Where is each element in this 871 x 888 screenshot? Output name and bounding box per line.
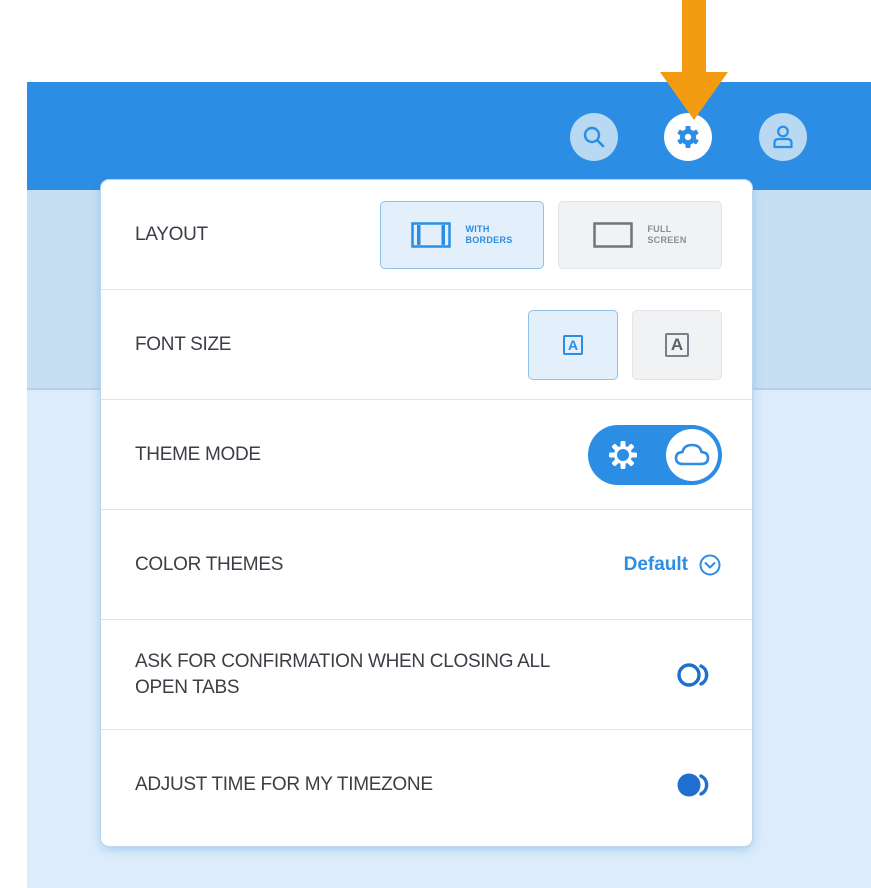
full-screen-icon [593, 221, 634, 248]
full-screen-text: FULL SCREEN [647, 224, 686, 246]
search-icon [583, 126, 605, 148]
font-size-large-option[interactable]: A [632, 309, 722, 380]
sun-icon [609, 440, 637, 469]
with-borders-text: WITH BORDERS [465, 224, 512, 246]
adjust-timezone-label: ADJUST TIME FOR MY TIMEZONE [135, 774, 433, 795]
with-borders-icon [411, 221, 452, 248]
font-large-icon: A [665, 332, 689, 357]
layout-full-screen-option[interactable]: FULL SCREEN [558, 200, 722, 269]
font-small-icon: A [563, 334, 583, 355]
theme-mode-label: THEME MODE [135, 443, 261, 465]
orange-arrow-annotation [660, 0, 728, 120]
full-screen-line2: SCREEN [647, 234, 687, 245]
chevron-down-icon [699, 554, 721, 575]
color-themes-label: COLOR THEMES [135, 553, 284, 575]
search-button[interactable] [570, 113, 618, 161]
color-themes-value: Default [623, 553, 688, 575]
layout-with-borders-option[interactable]: WITH BORDERS [380, 200, 544, 269]
font-size-options: A A [528, 309, 722, 380]
layout-options: WITH BORDERS FULL SCREEN [380, 200, 722, 269]
toggle-off-icon [677, 662, 709, 687]
user-button[interactable] [759, 113, 807, 161]
confirm-close-row: ASK FOR CONFIRMATION WHEN CLOSING ALL OP… [101, 620, 752, 730]
confirm-close-toggle[interactable] [676, 662, 722, 688]
adjust-timezone-toggle[interactable] [676, 772, 722, 798]
theme-toggle-knob [666, 428, 718, 481]
gear-icon [677, 126, 699, 148]
with-borders-line1: WITH [465, 223, 490, 234]
color-themes-row: COLOR THEMES Default [101, 510, 752, 620]
toggle-on-icon [677, 773, 709, 797]
theme-mode-toggle[interactable] [588, 424, 722, 485]
adjust-timezone-row: ADJUST TIME FOR MY TIMEZONE [101, 730, 752, 840]
font-size-row: FONT SIZE A A [101, 290, 752, 400]
full-screen-line1: FULL [647, 223, 672, 234]
cloud-icon [674, 443, 710, 465]
settings-panel: LAYOUT WITH BORDERS FULL SCREEN FONT SIZ… [101, 180, 752, 846]
font-size-label: FONT SIZE [135, 333, 232, 355]
color-themes-dropdown[interactable]: Default [624, 553, 722, 577]
confirm-close-label: ASK FOR CONFIRMATION WHEN CLOSING ALL OP… [135, 650, 550, 698]
layout-label: LAYOUT [135, 223, 208, 245]
top-bar [27, 82, 871, 190]
theme-mode-row: THEME MODE [101, 400, 752, 510]
font-size-small-option[interactable]: A [528, 309, 618, 380]
layout-row: LAYOUT WITH BORDERS FULL SCREEN [101, 180, 752, 290]
user-icon [773, 125, 793, 149]
with-borders-line2: BORDERS [465, 234, 513, 245]
